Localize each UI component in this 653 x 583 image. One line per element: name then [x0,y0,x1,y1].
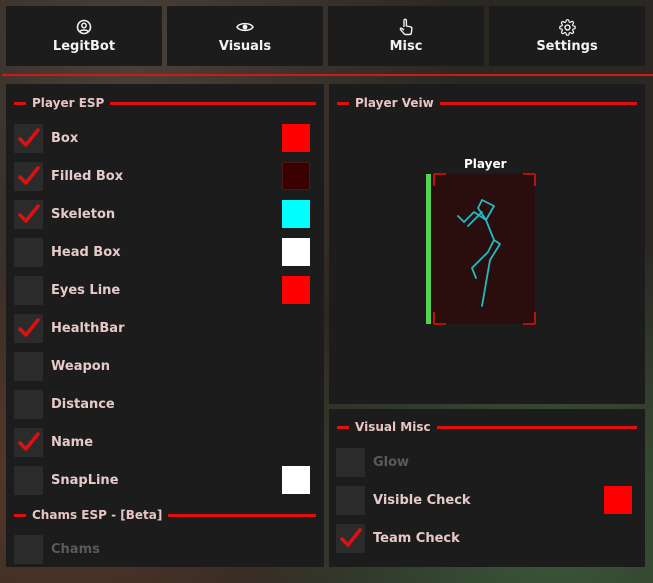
checkbox-label: HealthBar [51,320,125,336]
checkbox-label: Visible Check [373,492,471,508]
tab-label: Misc [389,39,423,54]
eye-icon [236,18,254,36]
checkbox-label: Glow [373,454,410,470]
checkbox-filled-box[interactable]: Filled Box [14,161,123,191]
checkbox-label: Filled Box [51,168,124,184]
checkbox-weapon[interactable]: Weapon [14,351,110,381]
checkbox[interactable] [14,534,43,564]
checkbox-glow[interactable]: Glow [336,447,409,477]
check-icon [17,204,40,223]
color-picker-head-box[interactable] [282,238,310,266]
checkbox-team-check[interactable]: Team Check [336,523,460,553]
check-icon [17,166,40,185]
checkbox-eyes-line[interactable]: Eyes Line [14,275,120,305]
checkbox-head-box[interactable]: Head Box [14,237,121,267]
checkbox[interactable] [14,161,43,191]
checkbox-chams[interactable]: Chams [14,534,100,564]
player-view-header: Player Veiw [337,95,637,111]
tab-label: Settings [536,39,598,54]
checkbox-label: Skeleton [51,206,116,222]
color-picker-snapline[interactable] [282,466,310,494]
checkbox[interactable] [14,465,43,495]
color-picker-eyes-line[interactable] [282,276,310,304]
checkbox-distance[interactable]: Distance [14,389,115,419]
section-title: Visual Misc [355,420,431,434]
checkbox-label: Head Box [51,244,121,260]
color-picker-visible-check[interactable] [604,486,632,514]
health-bar [426,174,431,324]
checkbox-visible-check[interactable]: Visible Check [336,485,471,515]
chams-esp-header: Chams ESP - [Beta] [14,507,316,523]
checkbox-label: Name [51,434,94,450]
esp-menu: LegitBot Visuals Misc Settings Player ES… [0,0,653,583]
checkbox-label: SnapLine [51,472,119,488]
checkbox[interactable] [14,123,43,153]
checkbox[interactable] [336,485,365,515]
player-name-label: Player [464,157,507,171]
section-title: Player ESP [32,96,105,110]
checkbox-label: Distance [51,396,115,412]
color-picker-skeleton[interactable] [282,200,310,228]
check-icon [17,318,40,337]
color-picker-filled-box[interactable] [282,162,310,190]
tab-visuals[interactable]: Visuals [167,6,323,66]
checkbox[interactable] [336,447,365,477]
checkbox[interactable] [14,427,43,457]
visual-misc-header: Visual Misc [337,419,637,435]
checkbox-skeleton[interactable]: Skeleton [14,199,115,229]
tab-divider [2,74,653,76]
section-title: Chams ESP - [Beta] [32,508,163,522]
checkbox[interactable] [14,199,43,229]
tab-label: LegitBot [52,39,116,54]
check-icon [339,528,362,547]
tab-settings[interactable]: Settings [489,6,645,66]
checkbox-label: Chams [51,541,100,557]
color-picker-box[interactable] [282,124,310,152]
checkbox[interactable] [14,351,43,381]
hand-pointer-icon [398,18,414,36]
player-preview [426,173,536,325]
checkbox[interactable] [14,313,43,343]
user-circle-icon [76,18,92,36]
checkbox-healthbar[interactable]: HealthBar [14,313,125,343]
section-title: Player Veiw [355,96,434,110]
checkbox-label: Weapon [51,358,110,374]
checkbox[interactable] [14,237,43,267]
checkbox-snapline[interactable]: SnapLine [14,465,119,495]
checkbox[interactable] [14,389,43,419]
checkbox-label: Box [51,130,79,146]
tab-legitbot[interactable]: LegitBot [6,6,162,66]
check-icon [17,432,40,451]
check-icon [17,128,40,147]
checkbox-label: Eyes Line [51,282,121,298]
checkbox[interactable] [14,275,43,305]
checkbox-name[interactable]: Name [14,427,93,457]
player-esp-header: Player ESP [14,95,316,111]
gear-icon [558,18,576,36]
checkbox-label: Team Check [373,530,460,546]
tab-label: Visuals [218,39,272,54]
tab-misc[interactable]: Misc [328,6,484,66]
checkbox-box[interactable]: Box [14,123,78,153]
checkbox[interactable] [336,523,365,553]
